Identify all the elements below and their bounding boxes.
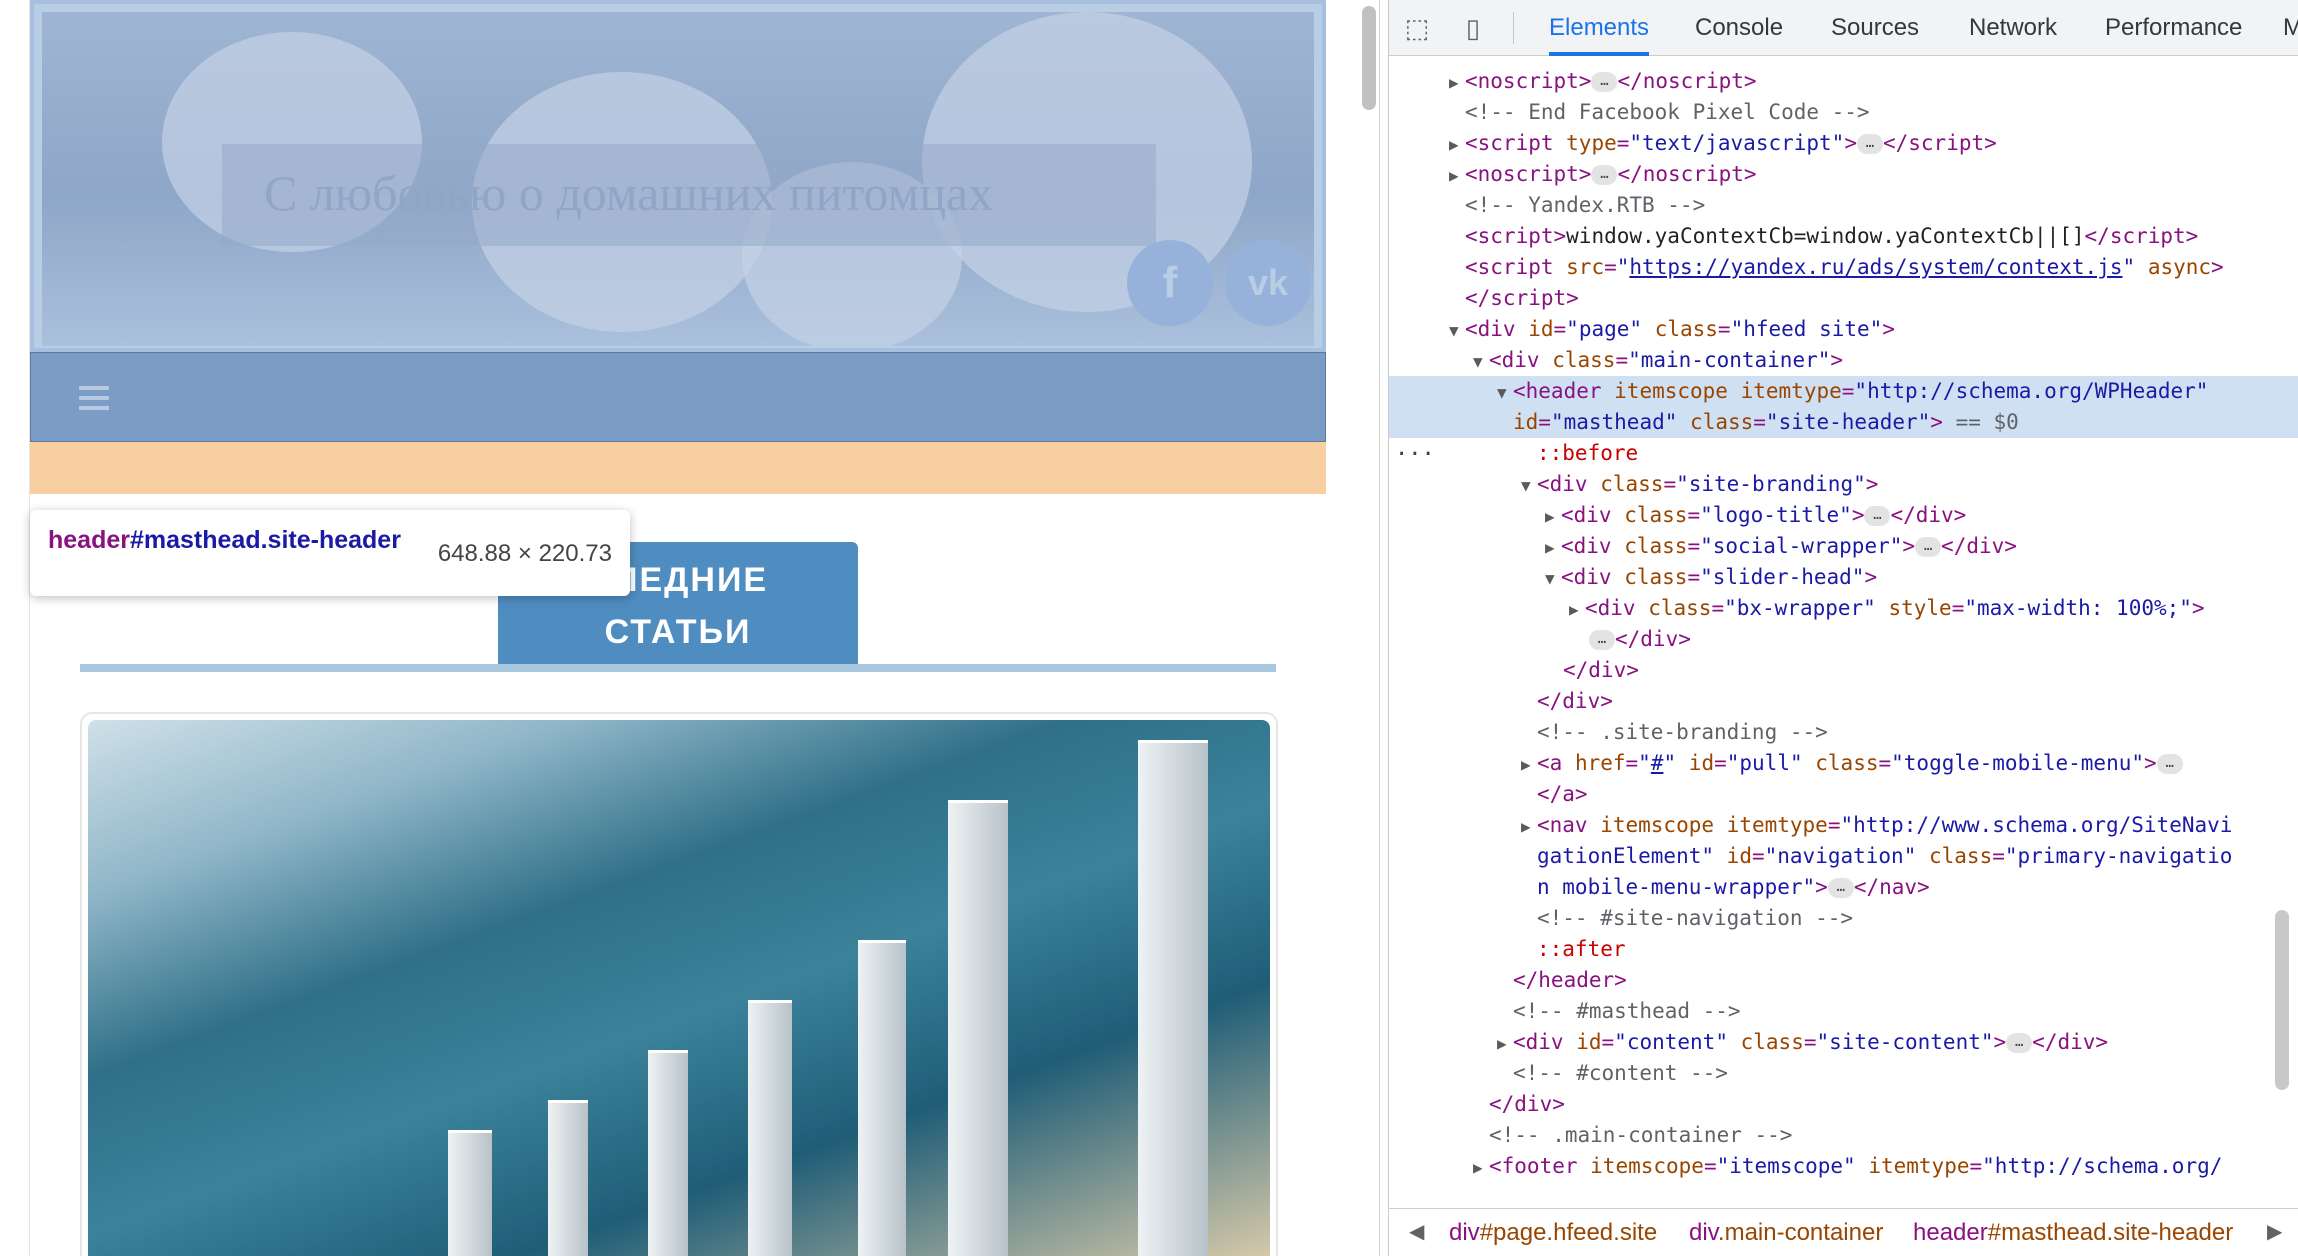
breadcrumb-item-page[interactable]: div#page.hfeed.site [1449,1219,1657,1247]
dom-node[interactable]: </script> [1389,283,2298,314]
tab-sources[interactable]: Sources [1831,0,1919,56]
breadcrumb: ◀ div#page.hfeed.site div.main-container… [1389,1208,2298,1256]
dom-node-site-branding[interactable]: ▼ <div class="site-branding"> [1389,469,2298,500]
dom-node-content[interactable]: ▶ <div id="content" class="site-content">… [1389,1027,2298,1058]
logo-title-box: С любовью о домашних питомцах [222,144,1156,246]
section-divider [80,664,1276,672]
chevron-left-icon[interactable]: ◀ [1409,1219,1424,1244]
dom-node[interactable]: </a> [1389,779,2298,810]
dom-comment[interactable]: <!-- End Facebook Pixel Code --> [1389,97,2298,128]
breadcrumb-item-main-container[interactable]: div.main-container [1689,1219,1883,1247]
dom-node-social-wrapper[interactable]: ▶ <div class="social-wrapper">… </div> [1389,531,2298,562]
dom-comment[interactable]: <!-- #masthead --> [1389,996,2298,1027]
viewport-left-margin [0,0,30,1256]
dom-node[interactable]: <script src="https://yandex.ru/ads/syste… [1389,252,2298,283]
dom-node[interactable]: ▶ <script type="text/javascript">… </scrip… [1389,128,2298,159]
dom-node-page[interactable]: ▼ <div id="page" class="hfeed site"> [1389,314,2298,345]
dom-node-navigation[interactable]: ▶ <nav itemscope itemtype="http://www.sch… [1389,810,2298,841]
dom-comment[interactable]: <!-- .main-container --> [1389,1120,2298,1151]
elements-dom-tree[interactable]: ▶ <noscript>… </noscript> <!-- End Faceboo… [1389,58,2298,1208]
dom-node[interactable]: ▶ <noscript>… </noscript> [1389,66,2298,97]
tab-console[interactable]: Console [1695,0,1783,56]
vk-icon[interactable]: vk [1225,240,1311,326]
devtools-panel: ⬚ ▯ Elements Console Sources Network Per… [1388,0,2298,1256]
breadcrumb-item-header[interactable]: header#masthead.site-header [1913,1219,2233,1247]
dom-node[interactable]: gationElement" id="navigation" class="pr… [1389,841,2298,872]
navigation-strip [30,442,1326,494]
facebook-icon[interactable]: f [1127,240,1213,326]
dom-comment[interactable]: <!-- #content --> [1389,1058,2298,1089]
post-thumbnail-image[interactable] [88,720,1270,1256]
toolbar-separator [1513,12,1514,44]
tab-performance[interactable]: Performance [2105,0,2242,56]
inspect-element-tooltip: header#masthead.site-header 648.88 × 220… [30,510,630,596]
dom-node[interactable]: … </div> [1389,624,2298,655]
inspect-cursor-icon[interactable]: ⬚ [1401,12,1433,44]
tab-elements[interactable]: Elements [1549,0,1650,56]
dom-comment[interactable]: <!-- #site-navigation --> [1389,903,2298,934]
site-header: С любовью о домашних питомцах f vk [30,0,1326,442]
dom-node-header-selected-cont[interactable]: id="masthead" class="site-header"> == $0 [1389,407,2298,438]
dom-node[interactable]: </div> [1389,686,2298,717]
tooltip-dimensions: 648.88 × 220.73 [437,540,612,567]
page-scrollbar[interactable] [1362,6,1376,110]
mobile-menu-bar [30,352,1326,442]
chevron-right-icon[interactable]: ▶ [2267,1219,2282,1244]
dom-node-main-container[interactable]: ▼ <div class="main-container"> [1389,345,2298,376]
row-actions-icon[interactable]: ··· [1395,442,1435,467]
device-toolbar-icon[interactable]: ▯ [1457,12,1489,44]
dom-node-bx-wrapper[interactable]: ▶ <div class="bx-wrapper" style="max-widt… [1389,593,2298,624]
tooltip-selector: #masthead.site-header [129,526,401,554]
dom-pseudo-after[interactable]: ::after [1389,934,2298,965]
site-branding: С любовью о домашних питомцах f vk [30,0,1326,352]
recent-articles-line2: СТАТЬИ [604,613,752,651]
dom-node-footer[interactable]: ▶ <footer itemscope="itemscope" itemtype=… [1389,1151,2298,1182]
dom-node-logo-title[interactable]: ▶ <div class="logo-title">… </div> [1389,500,2298,531]
logo-title[interactable]: С любовью о домашних питомцах [264,164,993,222]
dom-node[interactable]: <script>window.yaContextCb=window.yaCont… [1389,221,2298,252]
page-viewport: С любовью о домашних питомцах f vk СЛЕДН… [0,0,1380,1256]
devtools-toolbar: ⬚ ▯ Elements Console Sources Network Per… [1389,0,2298,56]
dom-node[interactable]: n mobile-menu-wrapper">… </nav> [1389,872,2298,903]
tooltip-tag: header [48,526,130,554]
dom-node[interactable]: ▶ <noscript>… </noscript> [1389,159,2298,190]
dom-comment[interactable]: <!-- Yandex.RTB --> [1389,190,2298,221]
dom-node[interactable]: </header> [1389,965,2298,996]
dom-node-pull[interactable]: ▶ <a href="#" id="pull" class="toggle-mob… [1389,748,2298,779]
post-card[interactable] [80,712,1278,1256]
dom-pseudo-before[interactable]: ::before [1389,438,2298,469]
dom-node[interactable]: </div> [1389,655,2298,686]
dom-node-slider-head[interactable]: ▼ <div class="slider-head"> [1389,562,2298,593]
devtools-scrollbar[interactable] [2275,910,2289,1090]
hamburger-menu-icon[interactable] [79,386,109,410]
dom-comment[interactable]: <!-- .site-branding --> [1389,717,2298,748]
dom-node[interactable]: </div> [1389,1089,2298,1120]
tab-network[interactable]: Network [1969,0,2057,56]
tab-more[interactable]: M [2283,0,2298,56]
dom-node-header-selected[interactable]: ▼ <header itemscope itemtype="http://sche… [1389,376,2298,407]
